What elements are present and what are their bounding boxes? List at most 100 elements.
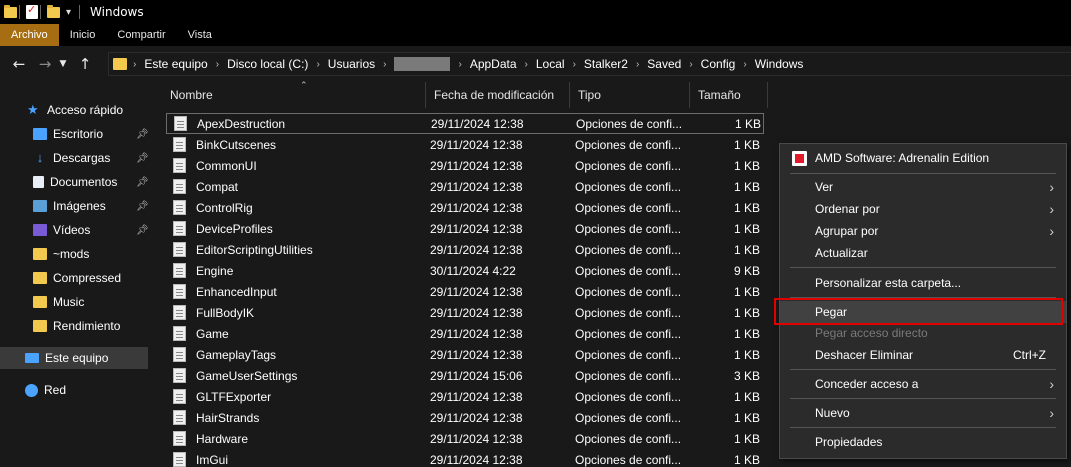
- sidebar-item-escritorio[interactable]: Escritorio 📌︎: [0, 123, 152, 145]
- breadcrumb-chevron-icon[interactable]: ›: [636, 59, 639, 70]
- sidebar-item-mods[interactable]: ~mods: [0, 243, 152, 265]
- file-date: 29/11/2024 15:06: [430, 368, 523, 383]
- file-row[interactable]: HairStrands 29/11/2024 12:38 Opciones de c…: [166, 407, 764, 428]
- file-type: Opciones de confi...: [575, 305, 682, 320]
- file-row[interactable]: ApexDestruction 29/11/2024 12:38 Opciones …: [166, 113, 764, 134]
- address-bar[interactable]: › Este equipo › Disco local (C:) › Usuar…: [108, 52, 1071, 76]
- breadcrumb-chevron-icon[interactable]: ›: [525, 59, 528, 70]
- file-size: 1 KB: [733, 179, 760, 194]
- file-row[interactable]: GLTFExporter 29/11/2024 12:38 Opciones de …: [166, 386, 764, 407]
- folder-icon: [113, 58, 127, 70]
- breadcrumb-chevron-icon[interactable]: ›: [316, 59, 319, 70]
- breadcrumb-saved[interactable]: Saved: [647, 57, 681, 71]
- menu-item-amd-software[interactable]: AMD Software: Adrenalin Edition: [780, 147, 1066, 169]
- sidebar-item-documentos[interactable]: Documentos 📌︎: [0, 171, 152, 193]
- menu-item-label: Actualizar: [815, 246, 868, 260]
- file-date: 29/11/2024 12:38: [430, 389, 523, 404]
- menu-item-deshacer-eliminar[interactable]: Deshacer Eliminar Ctrl+Z: [780, 344, 1066, 366]
- menu-item-agrupar-por[interactable]: Agrupar por ›: [780, 220, 1066, 242]
- breadcrumb-chevron-icon[interactable]: ›: [383, 59, 386, 70]
- menu-item-ver[interactable]: Ver ›: [780, 176, 1066, 198]
- file-date: 29/11/2024 12:38: [430, 221, 523, 236]
- up-arrow-icon[interactable]: ↑: [74, 55, 96, 73]
- sidebar-item-rendimiento[interactable]: Rendimiento: [0, 315, 152, 337]
- column-header-fecha[interactable]: Fecha de modificación: [426, 82, 570, 108]
- file-row[interactable]: Engine 30/11/2024 4:22 Opciones de confi..…: [166, 260, 764, 281]
- sidebar-item-videos[interactable]: Vídeos 📌︎: [0, 219, 152, 241]
- file-row[interactable]: ControlRig 29/11/2024 12:38 Opciones de co…: [166, 197, 764, 218]
- file-row[interactable]: Compat 29/11/2024 12:38 Opciones de confi.…: [166, 176, 764, 197]
- tab-vista[interactable]: Vista: [177, 24, 223, 46]
- breadcrumb-chevron-icon[interactable]: ›: [458, 59, 461, 70]
- forward-arrow-icon[interactable]: →: [34, 55, 56, 73]
- sidebar-item-imagenes[interactable]: Imágenes 📌︎: [0, 195, 152, 217]
- file-row[interactable]: EditorScriptingUtilities 29/11/2024 12:38…: [166, 239, 764, 260]
- column-header-tamano[interactable]: Tamaño: [690, 82, 768, 108]
- customize-toolbar-chevron-icon[interactable]: ▾: [66, 7, 71, 18]
- file-row[interactable]: CommonUI 29/11/2024 12:38 Opciones de conf…: [166, 155, 764, 176]
- sidebar-item-label: Music: [53, 295, 85, 309]
- breadcrumb-config[interactable]: Config: [701, 57, 736, 71]
- file-date: 30/11/2024 4:22: [430, 263, 516, 278]
- config-file-icon: [173, 200, 186, 215]
- file-date: 29/11/2024 12:38: [430, 431, 523, 446]
- breadcrumb-chevron-icon[interactable]: ›: [689, 59, 692, 70]
- menu-item-conceder-acceso[interactable]: Conceder acceso a ›: [780, 373, 1066, 395]
- breadcrumb-este-equipo[interactable]: Este equipo: [144, 57, 207, 71]
- file-row[interactable]: DeviceProfiles 29/11/2024 12:38 Opciones d…: [166, 218, 764, 239]
- breadcrumb-usuarios[interactable]: Usuarios: [328, 57, 375, 71]
- recent-locations-chevron-icon[interactable]: ▼: [56, 59, 70, 69]
- file-row[interactable]: GameplayTags 29/11/2024 12:38 Opciones de …: [166, 344, 764, 365]
- file-row[interactable]: Game 29/11/2024 12:38 Opciones de confi...…: [166, 323, 764, 344]
- file-size: 1 KB: [733, 347, 760, 362]
- menu-divider: [790, 369, 1056, 370]
- file-row[interactable]: EnhancedInput 29/11/2024 12:38 Opciones de…: [166, 281, 764, 302]
- file-row[interactable]: FullBodyIK 29/11/2024 12:38 Opciones de co…: [166, 302, 764, 323]
- breadcrumb-windows[interactable]: Windows: [755, 57, 804, 71]
- breadcrumb-stalker2[interactable]: Stalker2: [584, 57, 628, 71]
- sidebar-item-descargas[interactable]: ↓ Descargas 📌︎: [0, 147, 152, 169]
- tab-archivo[interactable]: Archivo: [0, 24, 59, 46]
- sidebar-item-red[interactable]: Red: [0, 379, 152, 401]
- back-arrow-icon[interactable]: ←: [8, 55, 30, 73]
- breadcrumb-chevron-icon[interactable]: ›: [573, 59, 576, 70]
- new-folder-icon[interactable]: [47, 4, 60, 18]
- file-type: Opciones de confi...: [575, 452, 682, 467]
- sidebar-item-este-equipo[interactable]: Este equipo: [0, 347, 148, 369]
- breadcrumb-chevron-icon[interactable]: ›: [216, 59, 219, 70]
- menu-item-nuevo[interactable]: Nuevo ›: [780, 402, 1066, 424]
- breadcrumb-redacted-user[interactable]: [394, 57, 451, 71]
- breadcrumb-local[interactable]: Local: [536, 57, 565, 71]
- pin-icon: 📌︎: [136, 200, 149, 212]
- column-header-label: Nombre: [170, 88, 213, 102]
- ribbon-tabs: Archivo Inicio Compartir Vista: [0, 24, 1071, 46]
- file-row[interactable]: ImGui 29/11/2024 12:38 Opciones de confi..…: [166, 449, 764, 467]
- menu-item-ordenar-por[interactable]: Ordenar por ›: [780, 198, 1066, 220]
- star-icon: ★: [27, 102, 39, 117]
- menu-item-propiedades[interactable]: Propiedades: [780, 431, 1066, 453]
- file-size: 1 KB: [733, 452, 760, 467]
- file-size: 9 KB: [733, 263, 760, 278]
- file-row[interactable]: Hardware 29/11/2024 12:38 Opciones de conf…: [166, 428, 764, 449]
- tab-inicio[interactable]: Inicio: [59, 24, 107, 46]
- menu-item-personalizar-carpeta[interactable]: Personalizar esta carpeta...: [780, 272, 1066, 294]
- file-list-header: Nombre ⌃ Fecha de modificación Tipo Tama…: [152, 80, 1071, 108]
- file-type: Opciones de confi...: [575, 158, 682, 173]
- file-row[interactable]: BinkCutscenes 29/11/2024 12:38 Opciones de…: [166, 134, 764, 155]
- sidebar-item-compressed[interactable]: Compressed: [0, 267, 152, 289]
- tab-compartir[interactable]: Compartir: [106, 24, 176, 46]
- breadcrumb-disco-local[interactable]: Disco local (C:): [227, 57, 308, 71]
- file-row[interactable]: GameUserSettings 29/11/2024 15:06 Opciones…: [166, 365, 764, 386]
- breadcrumb-appdata[interactable]: AppData: [470, 57, 517, 71]
- title-divider: [79, 5, 81, 19]
- column-header-tipo[interactable]: Tipo: [570, 82, 690, 108]
- menu-item-actualizar[interactable]: Actualizar: [780, 242, 1066, 264]
- breadcrumb-chevron-icon[interactable]: ›: [133, 59, 136, 70]
- column-header-nombre[interactable]: Nombre ⌃: [162, 80, 426, 108]
- sidebar-item-music[interactable]: Music: [0, 291, 152, 313]
- config-file-icon: [173, 221, 186, 236]
- properties-icon[interactable]: [26, 3, 38, 19]
- breadcrumb-chevron-icon[interactable]: ›: [743, 59, 746, 70]
- sidebar-item-acceso-rapido[interactable]: ★ Acceso rápido: [0, 99, 152, 121]
- file-type: Opciones de confi...: [575, 368, 682, 383]
